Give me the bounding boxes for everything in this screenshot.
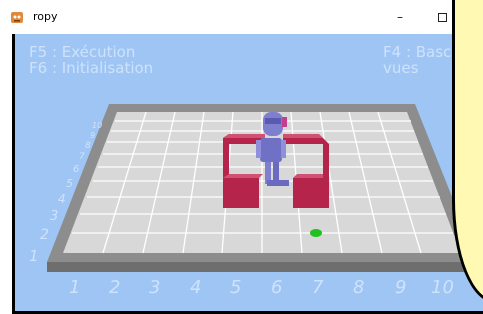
x-tick-label: 2 <box>109 277 121 298</box>
y-tick-label: 2 <box>40 227 49 243</box>
hud-toggle-view-shortcut: F4 : Basc <box>383 43 452 61</box>
y-tick-label: 3 <box>50 209 59 224</box>
maximize-icon <box>437 12 447 22</box>
y-tick-label: 4 <box>58 192 66 206</box>
hud-shortcuts: F5 : Exécution F6 : Initialisation <box>29 44 153 76</box>
y-tick-label: 7 <box>79 152 85 162</box>
hud-view-shortcut: F4 : Basc vues <box>383 44 451 76</box>
x-tick-label: 9 <box>395 277 407 298</box>
x-tick-label: 7 <box>312 277 324 298</box>
x-tick-label: 4 <box>190 277 202 298</box>
ropy-app-icon <box>11 12 23 23</box>
x-tick-label: 5 <box>230 277 242 298</box>
x-tick-label: 3 <box>149 277 161 298</box>
app-window: ropy – 1 2 3 4 5 6 7 8 9 10 1 2 3 4 5 6 … <box>0 0 483 314</box>
minimize-button[interactable]: – <box>380 3 420 31</box>
hud-run-shortcut: F5 : Exécution <box>29 43 136 61</box>
window-title: ropy <box>33 10 58 23</box>
x-tick-label: 6 <box>271 277 283 298</box>
x-tick-label: 8 <box>353 277 365 298</box>
board-frame-front <box>47 262 478 272</box>
minimize-icon: – <box>397 10 403 24</box>
y-tick-label: 10 <box>92 121 103 130</box>
y-tick-label: 8 <box>85 141 91 151</box>
y-tick-label: 9 <box>90 131 96 140</box>
title-bar[interactable]: ropy – <box>0 0 483 34</box>
y-tick-label: 5 <box>66 177 73 190</box>
y-tick-label: 1 <box>29 247 39 265</box>
hud-reset-shortcut: F6 : Initialisation <box>29 59 154 77</box>
hud-toggle-view-shortcut-cont: vues <box>383 59 419 77</box>
y-tick-label: 6 <box>73 164 80 175</box>
goal-marker <box>310 229 322 237</box>
x-tick-label: 1 <box>69 277 81 298</box>
x-tick-label: 10 <box>431 277 454 298</box>
